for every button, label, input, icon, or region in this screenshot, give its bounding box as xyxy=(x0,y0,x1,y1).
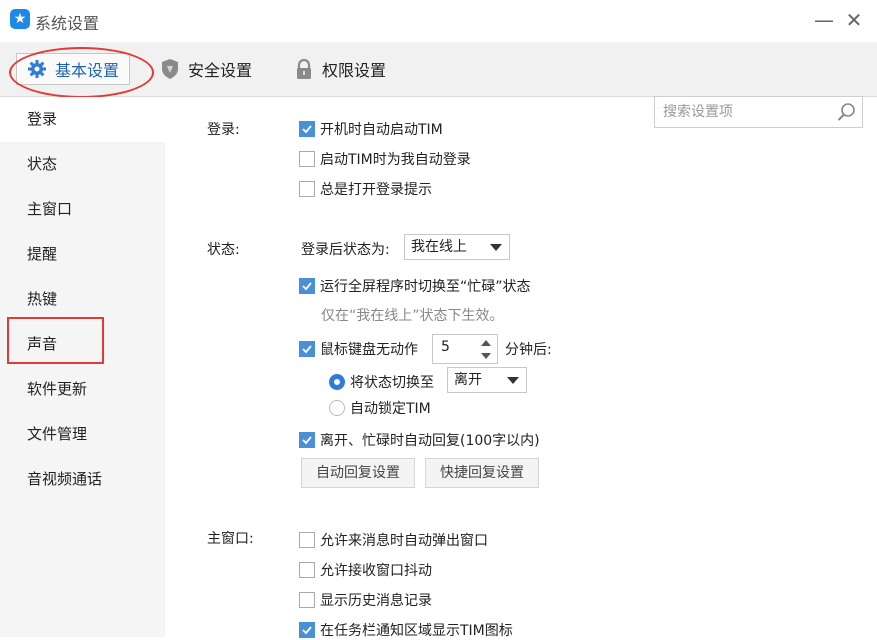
search-input[interactable] xyxy=(655,97,835,127)
sidebar-item-file-management[interactable]: 文件管理 xyxy=(0,412,165,457)
quick-reply-settings-button[interactable]: 快捷回复设置 xyxy=(425,458,539,488)
radio-label: 自动锁定TIM xyxy=(350,401,431,417)
checkbox-unchecked-icon xyxy=(299,151,315,167)
checkbox-label: 允许接收窗口抖动 xyxy=(320,563,432,579)
lock-icon xyxy=(294,58,314,80)
idle-minutes-suffix: 分钟后: xyxy=(505,342,552,358)
popup-on-message-checkbox[interactable]: 允许来消息时自动弹出窗口 xyxy=(299,530,488,550)
search-icon[interactable] xyxy=(836,102,856,126)
search-box[interactable] xyxy=(654,96,863,128)
login-section-label: 登录: xyxy=(207,122,240,138)
stepper-up-icon[interactable] xyxy=(481,340,491,346)
sidebar-item-hotkey[interactable]: 热键 xyxy=(0,277,165,322)
checkbox-unchecked-icon xyxy=(299,181,315,197)
radio-unselected-icon xyxy=(329,400,345,416)
sidebar-item-login[interactable]: 登录 xyxy=(0,97,165,142)
radio-label: 将状态切换至 xyxy=(350,375,434,391)
auto-reply-settings-button[interactable]: 自动回复设置 xyxy=(301,458,415,488)
close-button[interactable]: ✕ xyxy=(840,6,868,34)
tab-security-settings[interactable]: 安全设置 xyxy=(160,53,252,85)
after-login-status-label: 登录后状态为: xyxy=(301,242,390,258)
idle-checkbox[interactable]: 鼠标键盘无动作 xyxy=(299,339,418,359)
auto-reply-checkbox[interactable]: 离开、忙碌时自动回复(100字以内) xyxy=(299,430,540,450)
radio-selected-icon xyxy=(329,374,345,390)
sidebar-item-sound[interactable]: 声音 xyxy=(0,322,165,367)
window-shake-checkbox[interactable]: 允许接收窗口抖动 xyxy=(299,560,432,580)
tray-icon-checkbox[interactable]: 在任务栏通知区域显示TIM图标 xyxy=(299,620,513,640)
checkbox-label: 总是打开登录提示 xyxy=(320,182,432,198)
switch-status-select[interactable]: 离开 xyxy=(447,367,527,393)
tab-basic-settings[interactable]: 基本设置 xyxy=(16,53,130,85)
settings-tabs-bar: 基本设置 安全设置 权限设置 xyxy=(0,42,877,128)
auto-lock-radio[interactable]: 自动锁定TIM xyxy=(329,398,431,418)
fullscreen-busy-checkbox[interactable]: 运行全屏程序时切换至“忙碌”状态 xyxy=(299,276,531,296)
select-value: 我在线上 xyxy=(411,239,467,255)
checkbox-label: 允许来消息时自动弹出窗口 xyxy=(320,533,488,549)
checkbox-checked-icon xyxy=(299,341,315,357)
sidebar-nav: 登录 状态 主窗口 提醒 热键 声音 软件更新 文件管理 音视频通话 xyxy=(0,97,165,637)
checkbox-label: 开机时自动启动TIM xyxy=(320,122,443,138)
tab-label: 权限设置 xyxy=(322,61,387,80)
checkbox-checked-icon xyxy=(299,432,315,448)
tim-logo-icon: ★ xyxy=(10,9,30,29)
sidebar-item-status[interactable]: 状态 xyxy=(0,142,165,187)
auto-start-checkbox[interactable]: 开机时自动启动TIM xyxy=(299,119,443,139)
window-title: 系统设置 xyxy=(35,14,100,33)
checkbox-unchecked-icon xyxy=(299,532,315,548)
sidebar-item-av-call[interactable]: 音视频通话 xyxy=(0,457,165,502)
fullscreen-hint: 仅在“我在线上”状态下生效。 xyxy=(321,308,504,324)
tab-label: 安全设置 xyxy=(188,61,253,80)
shield-icon xyxy=(160,58,180,80)
auto-login-checkbox[interactable]: 启动TIM时为我自动登录 xyxy=(299,149,471,169)
sidebar-item-reminder[interactable]: 提醒 xyxy=(0,232,165,277)
main-window-section-label: 主窗口: xyxy=(207,531,254,547)
dropdown-arrow-icon xyxy=(507,377,519,384)
stepper-down-icon[interactable] xyxy=(481,353,491,359)
checkbox-label: 运行全屏程序时切换至“忙碌”状态 xyxy=(320,279,531,295)
switch-status-radio[interactable]: 将状态切换至 xyxy=(329,372,434,392)
dropdown-arrow-icon xyxy=(490,244,502,251)
title-bar: ★ 系统设置 — ✕ xyxy=(0,0,877,42)
after-login-status-select[interactable]: 我在线上 xyxy=(404,234,510,260)
sidebar-item-main-window[interactable]: 主窗口 xyxy=(0,187,165,232)
checkbox-label: 离开、忙碌时自动回复(100字以内) xyxy=(320,433,540,449)
sidebar-item-software-update[interactable]: 软件更新 xyxy=(0,367,165,412)
checkbox-label: 启动TIM时为我自动登录 xyxy=(320,152,471,168)
tab-label: 基本设置 xyxy=(55,61,120,80)
checkbox-label: 在任务栏通知区域显示TIM图标 xyxy=(320,623,513,639)
checkbox-checked-icon xyxy=(299,278,315,294)
tab-permission-settings[interactable]: 权限设置 xyxy=(294,53,386,85)
checkbox-label: 鼠标键盘无动作 xyxy=(320,342,418,358)
idle-minutes-stepper[interactable]: 5 xyxy=(432,334,498,364)
stepper-value: 5 xyxy=(441,339,450,355)
checkbox-unchecked-icon xyxy=(299,562,315,578)
show-history-checkbox[interactable]: 显示历史消息记录 xyxy=(299,590,432,610)
checkbox-label: 显示历史消息记录 xyxy=(320,593,432,609)
gear-icon xyxy=(27,59,47,79)
select-value: 离开 xyxy=(454,372,482,388)
login-prompt-checkbox[interactable]: 总是打开登录提示 xyxy=(299,179,432,199)
minimize-button[interactable]: — xyxy=(810,6,838,34)
checkbox-checked-icon xyxy=(299,622,315,638)
checkbox-checked-icon xyxy=(299,121,315,137)
checkbox-unchecked-icon xyxy=(299,592,315,608)
status-section-label: 状态: xyxy=(207,242,240,258)
